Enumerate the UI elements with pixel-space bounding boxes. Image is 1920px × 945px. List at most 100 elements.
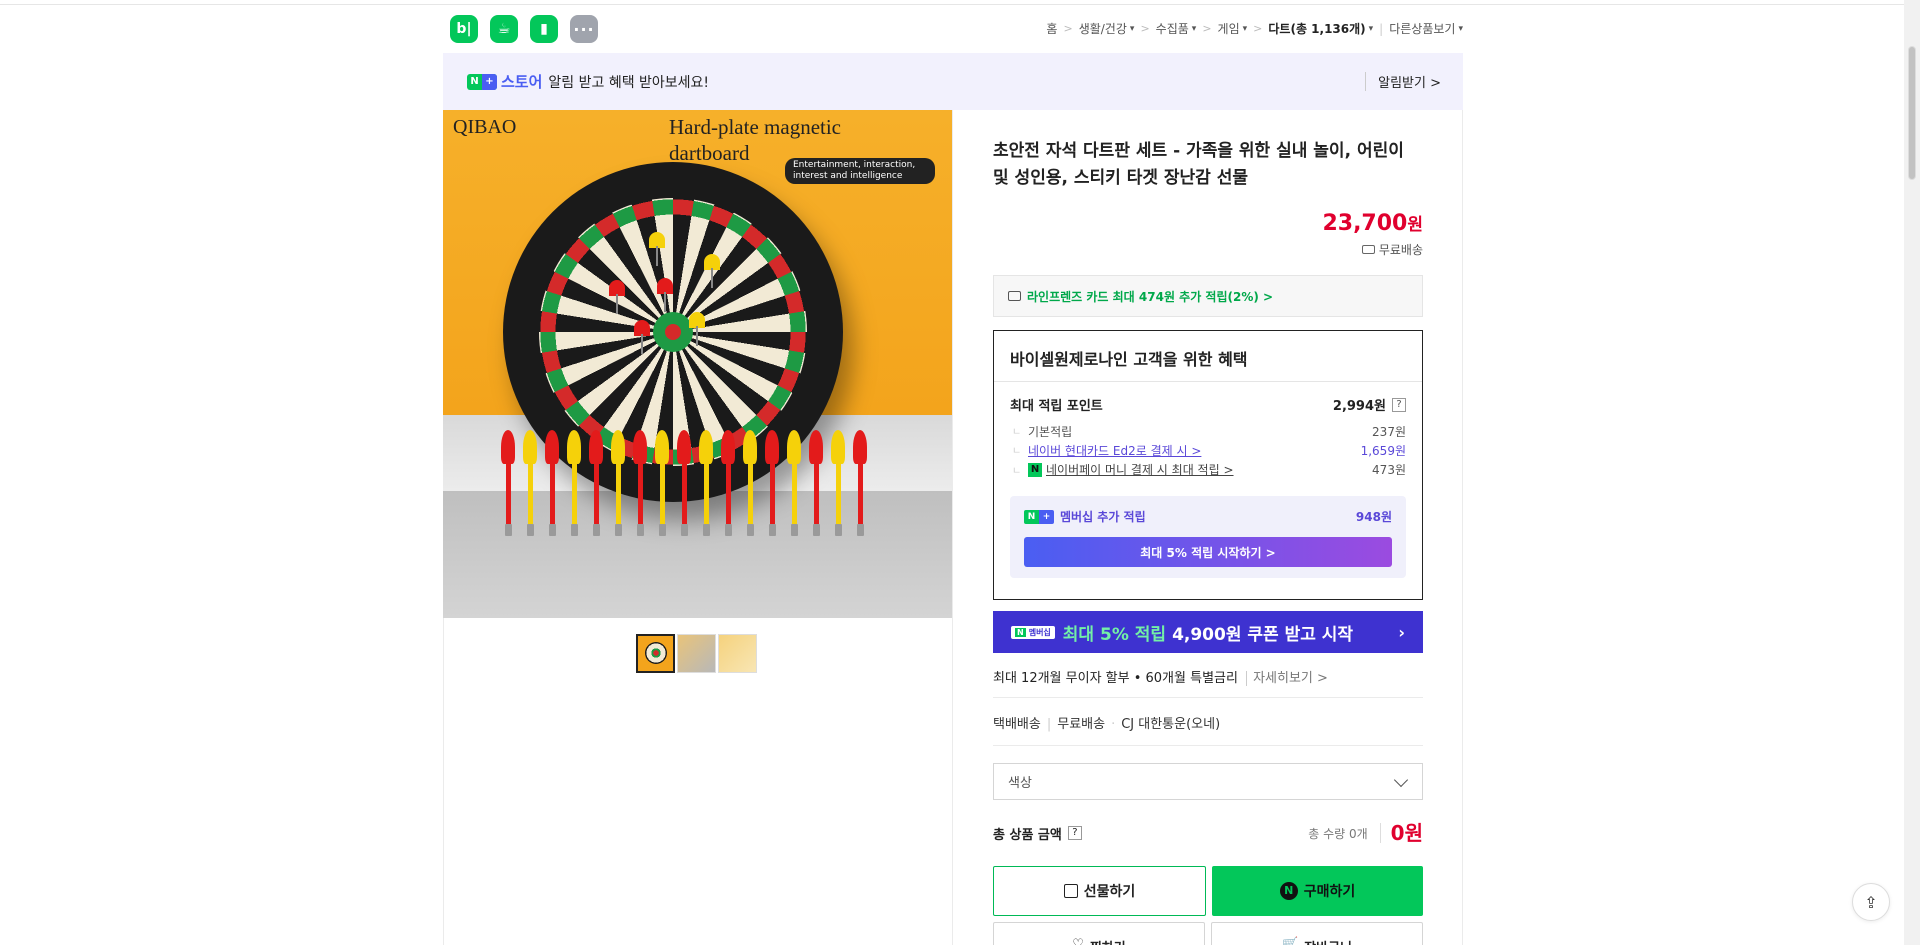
delivery-dot: ·	[1111, 717, 1116, 732]
dart-icon	[765, 430, 779, 540]
max-points-row: 최대 적립 포인트 2,994원 ?	[1010, 395, 1406, 414]
credit-card-icon	[1008, 291, 1021, 301]
thumbnail-1[interactable]	[636, 634, 675, 673]
dart-icon	[699, 430, 713, 540]
dart-icon	[501, 430, 515, 540]
truck-icon	[1361, 245, 1375, 254]
breadcrumb-separator: >	[1202, 22, 1212, 35]
notify-message: 알림 받고 혜택 받아보세요!	[548, 74, 710, 91]
secondary-buttons: ♡ 찜하기 🛒 장바구니	[993, 922, 1423, 945]
naver-pay-link[interactable]: 네이버페이 머니 결제 시 최대 적립 >	[1046, 461, 1234, 478]
blog-icon[interactable]: b|	[450, 15, 478, 43]
shipping-info: 무료배송	[1361, 241, 1423, 258]
total-amount: 0원	[1379, 823, 1423, 843]
dart-icon	[743, 430, 757, 540]
wishlist-button-label: 찜하기	[1090, 937, 1126, 945]
gift-button[interactable]: 선물하기	[993, 866, 1206, 916]
membership-label: 멤버십 추가 적립	[1060, 510, 1146, 524]
dart-icon	[689, 312, 705, 346]
membership-row: N + 멤버십 추가 적립 948원	[1024, 508, 1392, 525]
naver-plus-icon: N +	[467, 73, 497, 90]
installment-more-link[interactable]: 자세히보기 >	[1246, 671, 1328, 686]
max-points-label: 최대 적립 포인트	[1010, 399, 1103, 414]
dart-icon	[589, 430, 603, 540]
dart-icon	[677, 430, 691, 540]
breadcrumb-home[interactable]: 홈	[1046, 20, 1057, 37]
dart-icon	[787, 430, 801, 540]
points-row-value: 473원	[1372, 463, 1406, 477]
alarm-button[interactable]: 알림받기 >	[1365, 72, 1441, 91]
share-icon: ⇪	[1864, 892, 1878, 912]
bookmark-icon[interactable]: ▮	[530, 15, 558, 43]
dart-icon	[633, 430, 647, 540]
help-icon[interactable]: ?	[1392, 397, 1406, 412]
dart-icon	[567, 430, 581, 540]
dartboard-bullseye	[653, 312, 693, 352]
delivery-info: 택배배송 | 무료배송 · CJ 대한통운(오네)	[993, 713, 1423, 746]
delivery-fee: 무료배송	[1057, 717, 1106, 732]
points-row-card: 네이버 현대카드 Ed2로 결제 시 > 1,659원	[1010, 442, 1406, 459]
dart-icon	[809, 430, 823, 540]
total-label: 총 상품 금액	[993, 827, 1062, 843]
membership-promo-banner[interactable]: N 멤버십 최대 5% 적립 4,900원 쿠폰 받고 시작 ›	[993, 611, 1423, 653]
membership-start-button[interactable]: 최대 5% 적립 시작하기 >	[1024, 537, 1392, 567]
breadcrumb-category-3[interactable]: 게임	[1218, 20, 1240, 37]
dart-icon	[704, 254, 720, 288]
installment-text: 최대 12개월 무이자 할부 • 60개월 특별금리	[993, 671, 1238, 686]
cart-button[interactable]: 🛒 장바구니	[1211, 922, 1423, 945]
share-button[interactable]: ⇪	[1852, 883, 1890, 921]
naver-pay-icon: N	[1028, 462, 1042, 477]
dart-icon	[609, 280, 625, 314]
page-scrollbar[interactable]	[1904, 0, 1920, 945]
dart-icon	[523, 430, 537, 540]
cart-button-label: 장바구니	[1304, 937, 1352, 945]
membership-badge: N 멤버십	[1011, 625, 1055, 639]
naver-plus-icon: N +	[1024, 509, 1054, 524]
buy-button[interactable]: N 구매하기	[1212, 866, 1423, 916]
thumbnail-3[interactable]	[718, 634, 757, 673]
image-headline-line1: Hard-plate magnetic	[669, 115, 841, 139]
dart-icon	[831, 430, 845, 540]
dart-icon	[649, 232, 665, 266]
caret-down-icon[interactable]: ▾	[1458, 24, 1463, 34]
color-option-select[interactable]: 색상	[993, 763, 1423, 800]
promo-text: 4,900원 쿠폰 받고 시작	[1172, 624, 1354, 645]
hyundai-card-link[interactable]: 네이버 현대카드 Ed2로 결제 시 >	[1010, 442, 1201, 459]
gift-button-label: 선물하기	[1083, 884, 1136, 900]
product-main-image[interactable]: QIBAO Hard-plate magnetic dartboard Ente…	[443, 110, 952, 618]
caret-down-icon[interactable]: ▾	[1243, 24, 1248, 34]
breadcrumb-separator: >	[1140, 22, 1150, 35]
delivery-divider: |	[1046, 717, 1052, 732]
cafe-icon[interactable]: ☕	[490, 15, 518, 43]
breadcrumb-category-2[interactable]: 수집품	[1156, 20, 1189, 37]
dart-icon	[545, 430, 559, 540]
breadcrumb-current[interactable]: 다트(총 1,136개)	[1268, 20, 1365, 37]
cart-icon: 🛒	[1281, 937, 1299, 945]
membership-value: 948원	[1355, 510, 1392, 524]
other-products-link[interactable]: 다른상품보기	[1389, 20, 1455, 37]
breadcrumb: 홈 > 생활/건강 ▾ > 수집품 ▾ > 게임 ▾ > 다트(총 1,136개) ▾ …	[1046, 20, 1463, 37]
thumbnail-2[interactable]	[677, 634, 716, 673]
chevron-down-icon	[1393, 772, 1409, 788]
caret-down-icon[interactable]: ▾	[1369, 24, 1374, 34]
price-currency: 원	[1407, 215, 1423, 235]
membership-box: N + 멤버십 추가 적립 948원 최대 5% 적립 시작하기 >	[1010, 496, 1406, 578]
caret-down-icon[interactable]: ▾	[1192, 24, 1197, 34]
breadcrumb-separator: >	[1063, 22, 1073, 35]
installment-info: 최대 12개월 무이자 할부 • 60개월 특별금리 자세히보기 >	[993, 667, 1423, 698]
breadcrumb-category-1[interactable]: 생활/건강	[1079, 20, 1127, 37]
more-icon[interactable]: ···	[570, 15, 598, 43]
points-row-basic: 기본적립 237원	[1010, 423, 1406, 440]
dart-icon	[721, 430, 735, 540]
help-icon[interactable]: ?	[1067, 826, 1082, 840]
caret-down-icon[interactable]: ▾	[1130, 24, 1135, 34]
points-row-label: 기본적립	[1010, 423, 1072, 440]
breadcrumb-divider: |	[1379, 21, 1384, 36]
top-divider	[0, 4, 1904, 5]
card-offer-link[interactable]: 라인프렌즈 카드 최대 474원 추가 적립(2%) >	[993, 275, 1423, 317]
wishlist-button[interactable]: ♡ 찜하기	[993, 922, 1205, 945]
scrollbar-thumb[interactable]	[1908, 46, 1916, 180]
benefit-divider	[994, 381, 1422, 382]
badge-plus: +	[482, 73, 497, 90]
option-label: 색상	[1008, 776, 1032, 791]
